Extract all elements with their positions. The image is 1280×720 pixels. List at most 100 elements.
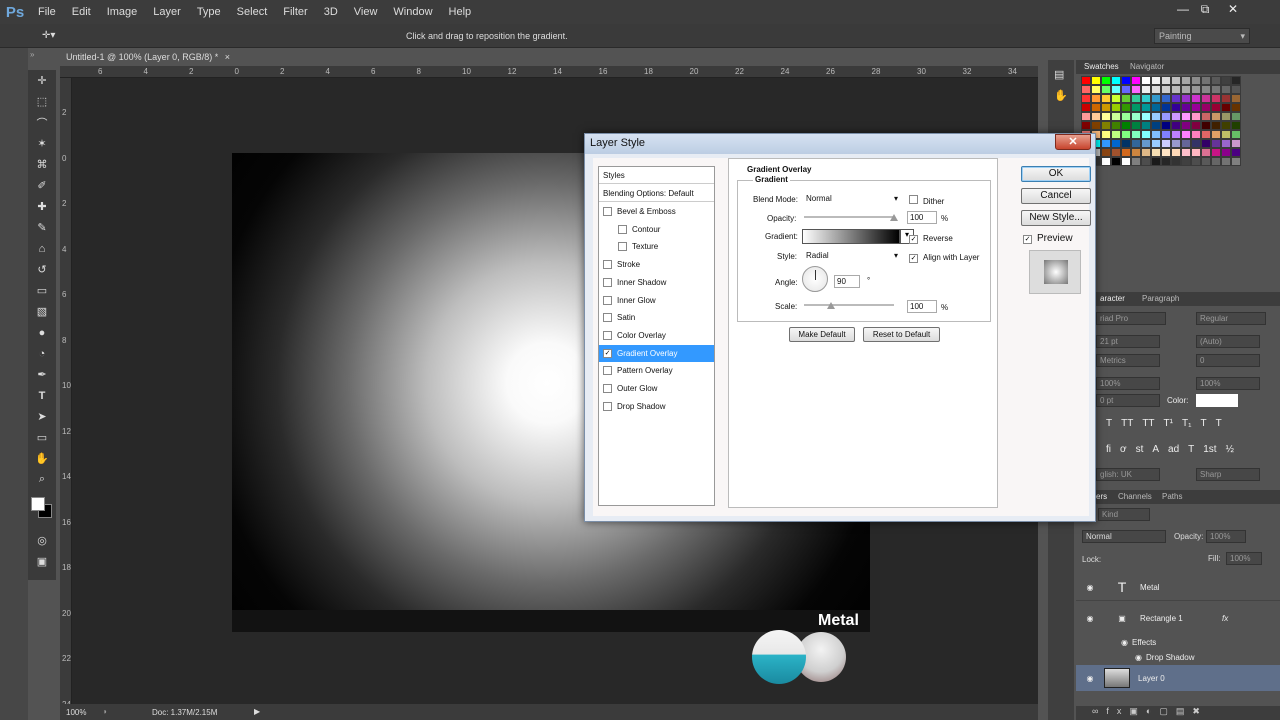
- style-item[interactable]: Texture: [599, 238, 714, 255]
- color-swatch[interactable]: [1101, 103, 1111, 112]
- style-item[interactable]: Drop Shadow: [599, 398, 714, 415]
- fx-icon[interactable]: fx: [1222, 614, 1228, 623]
- color-swatch[interactable]: [1191, 130, 1201, 139]
- color-swatch[interactable]: [1091, 85, 1101, 94]
- eye-icon[interactable]: ◉: [1076, 638, 1132, 647]
- color-swatch[interactable]: [1101, 121, 1111, 130]
- color-swatch[interactable]: [1201, 85, 1211, 94]
- pen-tool-icon[interactable]: ✒: [28, 364, 56, 385]
- style-checkbox[interactable]: [603, 277, 612, 287]
- reverse-checkbox[interactable]: ✓ Reverse: [909, 232, 953, 244]
- color-swatch[interactable]: [1201, 121, 1211, 130]
- lasso-tool-icon[interactable]: ⌒: [28, 112, 56, 133]
- color-swatch[interactable]: [1181, 130, 1191, 139]
- color-swatch[interactable]: [1201, 103, 1211, 112]
- color-swatch[interactable]: [1181, 76, 1191, 85]
- color-swatch[interactable]: [1131, 121, 1141, 130]
- move-tool-icon[interactable]: ✛: [28, 70, 56, 91]
- color-swatch[interactable]: [1131, 85, 1141, 94]
- color-swatch[interactable]: [1181, 103, 1191, 112]
- new-style-button[interactable]: New Style...: [1021, 210, 1091, 226]
- color-swatch[interactable]: [1121, 103, 1131, 112]
- color-swatch[interactable]: [1151, 148, 1161, 157]
- color-swatch[interactable]: [1141, 157, 1151, 166]
- tracking-field[interactable]: 0: [1196, 354, 1260, 367]
- type-style-button[interactable]: T: [1106, 418, 1112, 429]
- tab-layers[interactable]: ers: [1096, 492, 1107, 501]
- color-swatch[interactable]: [1081, 121, 1091, 130]
- color-swatch[interactable]: [1231, 130, 1241, 139]
- color-swatch[interactable]: [1101, 148, 1111, 157]
- scale-slider[interactable]: [804, 302, 894, 309]
- color-swatch[interactable]: [1081, 112, 1091, 121]
- color-swatch[interactable]: [1151, 85, 1161, 94]
- color-swatch[interactable]: [1141, 94, 1151, 103]
- style-item[interactable]: Satin: [599, 309, 714, 326]
- color-swatch[interactable]: [1131, 157, 1141, 166]
- stamp-tool-icon[interactable]: ⌂: [28, 238, 56, 259]
- layer-row-rectangle-1[interactable]: ◉ ▣ Rectangle 1 fx: [1076, 605, 1280, 632]
- style-checkbox[interactable]: [603, 330, 612, 340]
- type-style-button[interactable]: 1st: [1203, 444, 1216, 455]
- layer-kind-filter[interactable]: Kind: [1098, 508, 1150, 521]
- color-swatch[interactable]: [1211, 121, 1221, 130]
- color-swatch[interactable]: [1201, 157, 1211, 166]
- menu-item[interactable]: Window: [385, 6, 440, 18]
- color-swatch[interactable]: [1141, 130, 1151, 139]
- color-swatch[interactable]: [1111, 85, 1121, 94]
- layer-effect-drop-shadow[interactable]: ◉ Drop Shadow: [1076, 650, 1280, 664]
- antialias-field[interactable]: Sharp: [1196, 468, 1260, 481]
- kerning-field[interactable]: Metrics: [1096, 354, 1160, 367]
- style-select[interactable]: Radial ▾: [803, 249, 901, 262]
- type-style-button[interactable]: T: [1216, 418, 1222, 429]
- style-item[interactable]: Inner Glow: [599, 292, 714, 309]
- color-swatch[interactable]: [1101, 94, 1111, 103]
- blending-options-item[interactable]: Blending Options: Default: [599, 185, 714, 202]
- color-swatch[interactable]: [1231, 103, 1241, 112]
- color-swatch[interactable]: [1161, 85, 1171, 94]
- color-swatch[interactable]: [1121, 112, 1131, 121]
- color-swatch[interactable]: [1231, 148, 1241, 157]
- color-swatch[interactable]: [1161, 130, 1171, 139]
- brush-tool-icon[interactable]: ✎: [28, 217, 56, 238]
- color-swatch[interactable]: [1151, 121, 1161, 130]
- color-swatch[interactable]: [1111, 130, 1121, 139]
- color-swatch[interactable]: [1191, 157, 1201, 166]
- zoom-level[interactable]: 100%: [66, 708, 86, 717]
- healing-brush-icon[interactable]: ✚: [28, 196, 56, 217]
- zoom-tool-icon[interactable]: ⌕: [28, 469, 56, 490]
- color-swatch[interactable]: [1111, 148, 1121, 157]
- quick-mask-icon[interactable]: ◎: [28, 530, 56, 551]
- tab-channels[interactable]: Channels: [1118, 492, 1152, 501]
- style-item[interactable]: Outer Glow: [599, 380, 714, 397]
- style-checkbox[interactable]: [603, 366, 612, 376]
- color-swatch[interactable]: [1111, 157, 1121, 166]
- scale-input[interactable]: 100: [907, 300, 937, 313]
- collapse-icon[interactable]: »: [30, 50, 54, 59]
- color-swatch[interactable]: [1111, 121, 1121, 130]
- marquee-tool-icon[interactable]: ⬚: [28, 91, 56, 112]
- color-swatch[interactable]: [1171, 76, 1181, 85]
- color-swatch[interactable]: [1181, 121, 1191, 130]
- style-checkbox[interactable]: [603, 207, 612, 216]
- color-swatch[interactable]: [1181, 94, 1191, 103]
- menu-item[interactable]: Image: [99, 6, 146, 18]
- screen-mode-icon[interactable]: ▣: [28, 551, 56, 572]
- layer-row-metal[interactable]: ◉ T Metal: [1076, 574, 1280, 601]
- history-panel-icon[interactable]: ▤: [1054, 68, 1068, 81]
- color-swatch[interactable]: [1101, 112, 1111, 121]
- color-swatch[interactable]: [1081, 76, 1091, 85]
- color-swatch[interactable]: [1211, 157, 1221, 166]
- color-swatch[interactable]: [1091, 94, 1101, 103]
- color-swatch[interactable]: [1181, 139, 1191, 148]
- crop-tool-icon[interactable]: ⌘: [28, 154, 56, 175]
- style-item[interactable]: Stroke: [599, 256, 714, 273]
- color-swatch[interactable]: [1131, 112, 1141, 121]
- style-item[interactable]: Color Overlay: [599, 327, 714, 344]
- color-swatch[interactable]: [1161, 148, 1171, 157]
- style-item[interactable]: Pattern Overlay: [599, 362, 714, 379]
- color-swatch[interactable]: [1151, 139, 1161, 148]
- type-style-button[interactable]: T¹: [1164, 418, 1173, 429]
- blend-mode-select[interactable]: Normal ▾: [803, 192, 901, 205]
- layer-blend-mode[interactable]: Normal: [1082, 530, 1166, 543]
